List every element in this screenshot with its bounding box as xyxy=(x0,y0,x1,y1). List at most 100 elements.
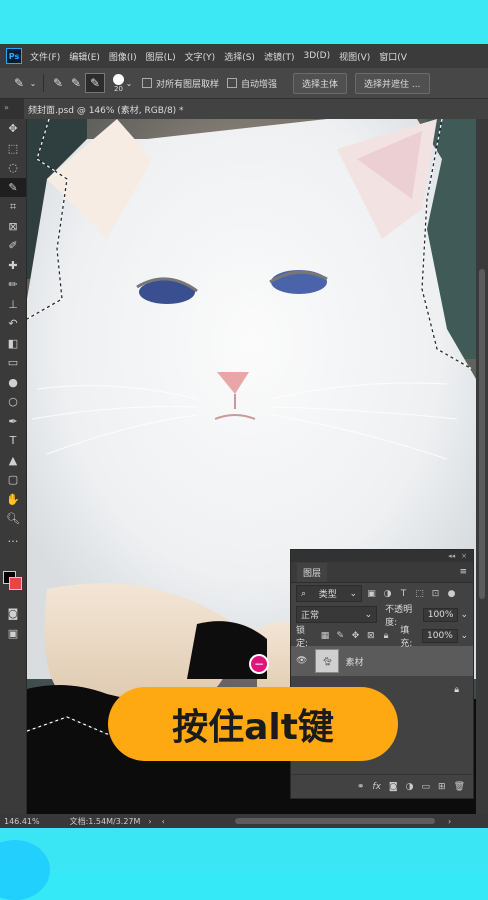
layer-name[interactable]: 素材 xyxy=(345,655,363,668)
crop-tool-icon[interactable]: ⌗ xyxy=(0,197,26,217)
menu-image[interactable]: 图像(I) xyxy=(109,50,137,63)
decorative-blob xyxy=(0,840,50,900)
menu-type[interactable]: 文字(Y) xyxy=(185,50,216,63)
fill-label: 填充: xyxy=(400,625,413,649)
quick-mask-icon[interactable]: ◙ xyxy=(0,604,26,624)
subtract-selection-brush-icon[interactable]: ✎ xyxy=(85,73,105,93)
layers-tab-bar: 图层 ≡ xyxy=(291,562,473,583)
fx-icon[interactable]: fx xyxy=(372,782,381,792)
path-selection-tool-icon[interactable]: ▲ xyxy=(0,451,26,471)
chevron-down-icon[interactable]: ⌄ xyxy=(28,74,38,92)
link-layers-icon[interactable]: ⚭ xyxy=(357,782,365,792)
menu-view[interactable]: 视图(V) xyxy=(339,50,370,63)
type-tool-icon[interactable]: T xyxy=(0,431,26,451)
eyedropper-tool-icon[interactable]: ✐ xyxy=(0,236,26,256)
scroll-right-icon[interactable]: › xyxy=(448,817,451,826)
lock-transparent-icon[interactable]: ▦ xyxy=(319,629,331,642)
lock-position-icon[interactable]: ✥ xyxy=(349,629,361,642)
brush-tool-icon[interactable]: ✏ xyxy=(0,275,26,295)
menu-layer[interactable]: 图层(L) xyxy=(146,50,176,63)
more-tools-icon[interactable]: … xyxy=(0,529,26,549)
shape-layer-filter-icon[interactable]: ⬚ xyxy=(413,587,426,600)
opacity-value: 100% xyxy=(427,609,454,620)
screen-mode-icon[interactable]: ▣ xyxy=(0,624,26,644)
menu-bar: Ps 文件(F) 编辑(E) 图像(I) 图层(L) 文字(Y) 选择(S) 滤… xyxy=(0,44,488,68)
collapse-panel-icon[interactable]: ◂◂ xyxy=(448,552,455,560)
move-tool-icon[interactable]: ✥ xyxy=(0,119,26,139)
panel-menu-icon[interactable]: ≡ xyxy=(459,567,467,577)
delete-layer-icon[interactable]: 🗑︎ xyxy=(454,782,465,792)
auto-enhance-checkbox[interactable] xyxy=(227,78,238,88)
healing-brush-tool-icon[interactable]: ✚ xyxy=(0,256,26,276)
lock-all-icon[interactable]: 🔒︎ xyxy=(380,629,392,642)
vertical-scrollbar[interactable] xyxy=(476,119,488,814)
brush-size-picker[interactable]: 20 xyxy=(113,73,124,93)
scroll-left-icon[interactable]: ‹ xyxy=(162,817,165,826)
artboard-lock-icon[interactable]: ⊠ xyxy=(365,629,377,642)
menu-window[interactable]: 窗口(V xyxy=(379,50,407,63)
rectangle-tool-icon[interactable]: ▢ xyxy=(0,470,26,490)
blur-tool-icon[interactable]: ● xyxy=(0,373,26,393)
lasso-tool-icon[interactable]: ◌ xyxy=(0,158,26,178)
fill-input[interactable]: 100% xyxy=(422,628,459,643)
type-layer-filter-icon[interactable]: T xyxy=(397,587,410,600)
opacity-input[interactable]: 100% xyxy=(422,607,459,622)
add-selection-brush-icon[interactable]: ✎ xyxy=(67,74,85,92)
menu-filter[interactable]: 滤镜(T) xyxy=(264,50,295,63)
chevron-down-icon: ⌄ xyxy=(349,588,357,599)
clone-stamp-tool-icon[interactable]: ⊥ xyxy=(0,295,26,315)
menu-select[interactable]: 选择(S) xyxy=(224,50,255,63)
horizontal-scroll-thumb[interactable] xyxy=(235,818,435,824)
adjustment-layer-filter-icon[interactable]: ◑ xyxy=(381,587,394,600)
zoom-tool-icon[interactable]: 🔍︎ xyxy=(0,509,26,529)
blend-mode-select[interactable]: 正常 ⌄ xyxy=(296,606,378,623)
blend-mode-value: 正常 xyxy=(301,611,320,621)
document-tab-bar: » 频封面.psd @ 146% (素材, RGB/8) * xyxy=(0,99,488,119)
quick-selection-tool-icon[interactable]: ✎ xyxy=(0,177,26,197)
top-background xyxy=(0,0,488,44)
tab-layers[interactable]: 图层 xyxy=(297,562,328,582)
filter-toggle-icon[interactable]: ● xyxy=(445,587,458,600)
chevron-down-icon[interactable]: ⌄ xyxy=(460,610,468,620)
layers-footer: ⚭ fx ◙ ◑ ▭ ⊞ 🗑︎ xyxy=(291,774,473,798)
layer-thumbnail: 🐈︎ xyxy=(315,649,340,673)
chevron-down-icon[interactable]: ⌄ xyxy=(124,74,134,92)
new-layer-icon[interactable]: ⊞ xyxy=(438,782,446,792)
chevron-right-icon[interactable]: › xyxy=(148,817,151,826)
quick-selection-preset-icon[interactable]: ✎ xyxy=(10,74,28,92)
eye-icon[interactable]: 👁︎ xyxy=(296,656,307,666)
select-and-mask-button[interactable]: 选择并遮住 ... xyxy=(355,72,430,94)
chevron-down-icon[interactable]: ⌄ xyxy=(460,631,468,641)
eraser-tool-icon[interactable]: ◧ xyxy=(0,334,26,354)
menu-3d[interactable]: 3D(D) xyxy=(303,51,330,61)
document-tab[interactable]: 频封面.psd @ 146% (素材, RGB/8) * xyxy=(24,99,488,119)
marquee-tool-icon[interactable]: ⬚ xyxy=(0,139,26,159)
smart-object-filter-icon[interactable]: ⊡ xyxy=(429,587,442,600)
select-subject-button[interactable]: 选择主体 xyxy=(293,72,348,94)
pixel-layer-filter-icon[interactable]: ▣ xyxy=(365,587,378,600)
dodge-tool-icon[interactable]: ○ xyxy=(0,392,26,412)
adjustment-layer-icon[interactable]: ◑ xyxy=(406,782,414,792)
menu-file[interactable]: 文件(F) xyxy=(30,50,60,63)
options-bar: ✎ ⌄ ✎ ✎ ✎ 20 ⌄ 对所有图层取样 自动增强 选择主体 选择并遮住 .… xyxy=(0,68,488,99)
panel-collapse-icon[interactable]: » xyxy=(4,103,9,112)
gradient-tool-icon[interactable]: ▭ xyxy=(0,353,26,373)
frame-tool-icon[interactable]: ⊠ xyxy=(0,217,26,237)
background-color-swatch[interactable] xyxy=(9,577,22,590)
pen-tool-icon[interactable]: ✒ xyxy=(0,412,26,432)
close-panel-icon[interactable]: × xyxy=(461,552,467,560)
lock-pixels-icon[interactable]: ✎ xyxy=(334,629,346,642)
hand-tool-icon[interactable]: ✋ xyxy=(0,490,26,510)
tools-panel: ✥ ⬚ ◌ ✎ ⌗ ⊠ ✐ ✚ ✏ ⊥ ↶ ◧ ▭ ● ○ ✒ T ▲ ▢ ✋ … xyxy=(0,119,27,814)
history-brush-tool-icon[interactable]: ↶ xyxy=(0,314,26,334)
vertical-scroll-thumb[interactable] xyxy=(479,269,485,599)
new-selection-brush-icon[interactable]: ✎ xyxy=(49,74,67,92)
add-mask-icon[interactable]: ◙ xyxy=(389,782,398,792)
layer-row[interactable]: 👁︎ 🐈︎ 素材 xyxy=(291,646,473,676)
new-group-icon[interactable]: ▭ xyxy=(422,782,431,792)
document-info[interactable]: 文档:1.54M/3.27M xyxy=(70,816,141,827)
zoom-level[interactable]: 146.41% xyxy=(4,817,40,826)
sample-all-layers-checkbox[interactable] xyxy=(142,78,152,88)
filter-kind-select[interactable]: ⌕ 类型 ⌄ xyxy=(296,585,362,602)
menu-edit[interactable]: 编辑(E) xyxy=(69,50,100,63)
